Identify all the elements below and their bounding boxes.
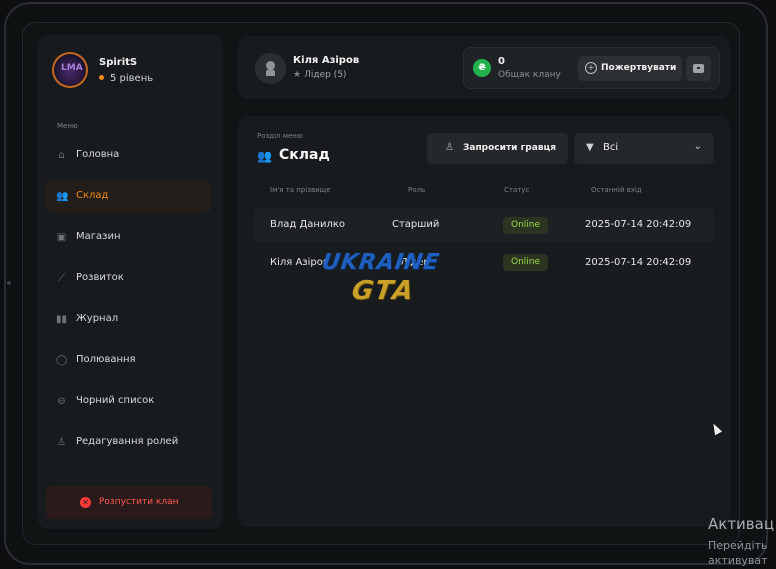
people-icon: 👥 xyxy=(56,191,69,202)
header-user-name: Кіля Азіров xyxy=(293,55,360,66)
plus-circle-icon: + xyxy=(585,62,597,74)
sidebar: LMA SpiritS 5 рівень Меню ⌂ Головна 👥 Скла… xyxy=(38,35,223,529)
sidebar-nav: ⌂ Головна 👥 Склад ▣ Магазин ⟋ Розвиток ▮▮ Жур… xyxy=(46,139,211,467)
page-title: Склад xyxy=(279,147,330,163)
table-row[interactable]: Влад Данилко Старший Online 2025-07-14 2… xyxy=(254,208,714,243)
column-role: Роль xyxy=(408,186,426,194)
table-row[interactable]: Кіля Азіров Лідер Online 2025-07-14 20:4… xyxy=(254,246,714,281)
disband-clan-button[interactable]: ✕ Розпустити клан xyxy=(46,486,212,519)
column-status: Статус xyxy=(504,186,530,194)
disband-label: Розпустити клан xyxy=(99,497,179,507)
sidebar-item-home[interactable]: ⌂ Головна xyxy=(46,139,211,172)
sidebar-item-blacklist[interactable]: ⊖ Чорний список xyxy=(46,385,211,418)
star-icon: ★ xyxy=(293,70,302,80)
user-avatar-icon xyxy=(255,53,286,84)
sidebar-item-hunting[interactable]: ◯ Полювання xyxy=(46,344,211,377)
people-icon: 👥 xyxy=(257,149,272,163)
member-role: Лідер xyxy=(400,257,430,268)
sidebar-item-journal[interactable]: ▮▮ Журнал xyxy=(46,303,211,336)
menu-caption: Меню xyxy=(57,122,78,130)
sidebar-item-label: Полювання xyxy=(76,354,136,365)
os-activation-title: Активац xyxy=(708,515,775,533)
sidebar-item-label: Розвиток xyxy=(76,272,124,283)
header-user-role: ★ Лідер (5) xyxy=(293,70,346,80)
donate-label: Пожертвувати xyxy=(601,63,677,73)
sidebar-item-shop[interactable]: ▣ Магазин xyxy=(46,221,211,254)
level-label: 5 рівень xyxy=(110,73,154,84)
clan-bank: ₴ 0 Общак клану + Пожертвувати xyxy=(463,47,720,89)
home-icon: ⌂ xyxy=(58,150,65,161)
breadcrumb: Розділ меню xyxy=(257,132,303,140)
donate-button[interactable]: + Пожертвувати xyxy=(578,56,682,81)
sidebar-item-label: Головна xyxy=(76,149,120,160)
clan-avatar[interactable]: LMA xyxy=(52,52,88,88)
member-last-login: 2025-07-14 20:42:09 xyxy=(585,257,692,268)
roster-panel: Розділ меню 👥 Склад ♙ Запросити гравця ▼… xyxy=(238,116,730,527)
filter-value: Всі xyxy=(603,142,619,153)
status-badge: Online xyxy=(503,217,549,234)
close-icon: ✕ xyxy=(80,497,91,508)
invite-player-button[interactable]: ♙ Запросити гравця xyxy=(427,133,568,164)
sidebar-item-label: Магазин xyxy=(76,231,121,242)
wallet-button[interactable] xyxy=(686,56,711,81)
sidebar-item-label: Редагування ролей xyxy=(76,436,179,447)
book-icon: ▮▮ xyxy=(56,314,68,325)
sidebar-item-label: Склад xyxy=(76,190,109,201)
top-header: Кіля Азіров ★ Лідер (5) ₴ 0 Общак клану +… xyxy=(238,36,730,99)
os-activation-subtitle: Перейдіть активуват xyxy=(708,539,768,567)
clan-logo-icon: LMA xyxy=(61,63,83,73)
invite-label: Запросити гравця xyxy=(463,143,556,153)
bank-value: 0 xyxy=(498,56,505,67)
status-badge: Online xyxy=(503,254,549,271)
member-name: Кіля Азіров xyxy=(270,257,329,268)
column-name: Ім'я та прізвище xyxy=(270,186,331,194)
level-dot-icon xyxy=(99,74,104,80)
user-edit-icon: ♙ xyxy=(57,437,66,448)
sidebar-item-label: Журнал xyxy=(76,313,119,324)
user-level: 5 рівень xyxy=(99,73,153,84)
block-icon: ⊖ xyxy=(57,396,66,407)
table-header: Ім'я та прізвище Роль Статус Останній вх… xyxy=(254,186,714,200)
target-icon: ◯ xyxy=(56,355,68,366)
sidebar-item-label: Чорний список xyxy=(76,395,155,406)
role-filter-select[interactable]: ▼ Всі ⌄ xyxy=(574,133,714,164)
sidebar-item-roster[interactable]: 👥 Склад xyxy=(46,180,211,213)
sidebar-item-progress[interactable]: ⟋ Розвиток xyxy=(46,262,211,295)
chart-icon: ⟋ xyxy=(58,273,65,284)
member-last-login: 2025-07-14 20:42:09 xyxy=(585,219,692,230)
bank-label: Общак клану xyxy=(498,70,561,80)
frame-dot xyxy=(7,281,11,285)
chevron-down-icon: ⌄ xyxy=(693,141,702,152)
coin-icon: ₴ xyxy=(473,59,491,77)
filter-icon: ▼ xyxy=(586,142,594,153)
column-last-login: Останній вхід xyxy=(591,186,642,194)
shop-icon: ▣ xyxy=(56,232,67,243)
add-user-icon: ♙ xyxy=(445,142,454,153)
member-name: Влад Данилко xyxy=(270,219,345,230)
member-role: Старший xyxy=(392,219,440,230)
sidebar-item-roles[interactable]: ♙ Редагування ролей xyxy=(46,426,211,459)
username: SpiritS xyxy=(99,57,138,68)
role-label: Лідер (5) xyxy=(304,70,347,80)
